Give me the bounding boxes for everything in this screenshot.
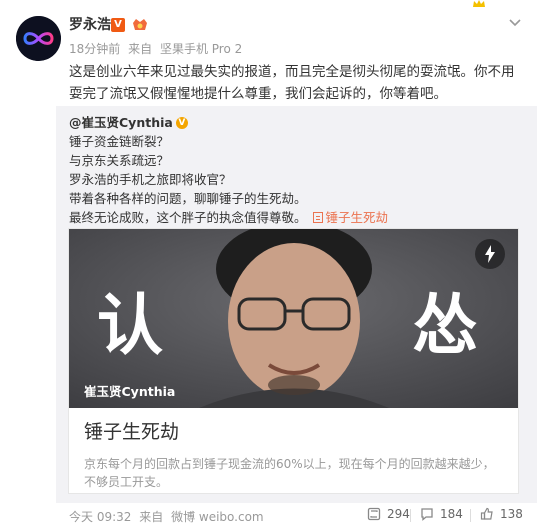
repost-line: 带着各种各样的问题，聊聊锤子的生死劫。	[69, 191, 307, 206]
footer-source[interactable]: 微博 weibo.com	[171, 510, 264, 524]
article-link[interactable]: 锤子生死劫	[312, 210, 389, 225]
comment-count: 184	[440, 507, 463, 521]
divider	[410, 509, 411, 522]
repost-text: @崔玉贤Cynthia V 锤子资金链断裂？ 与京东关系疏远？ 罗永浩的手机之旅…	[69, 113, 525, 227]
repost-footer: 今天 09:32 来自 微博 weibo.com 294 184 138	[0, 503, 537, 528]
repost-line-last: 最终无论成败，这个胖子的执念值得尊敬。 锤子生死劫	[69, 208, 525, 227]
article-card[interactable]: 认 怂 崔玉贤Cynthia 锤子生死劫 京东每个月的回款占到锤子现金流的60%…	[68, 228, 519, 494]
repost-line: 与京东关系疏远？	[69, 153, 170, 168]
repost-line: 锤子资金链断裂？	[69, 134, 170, 149]
divider	[470, 509, 471, 522]
chevron-down-icon[interactable]	[508, 16, 522, 30]
author-name[interactable]: 罗永浩	[69, 16, 111, 34]
yellow-v-icon: V	[175, 116, 188, 129]
vip-icon	[131, 16, 149, 34]
repost-count: 294	[387, 507, 410, 521]
like-count: 138	[500, 507, 523, 521]
article-cover-image: 认 怂 崔玉贤Cynthia	[69, 229, 518, 408]
avatar[interactable]	[16, 16, 61, 61]
article-icon	[312, 212, 323, 223]
article-link-label: 锤子生死劫	[325, 210, 389, 225]
footer-source-prefix: 来自	[139, 510, 164, 524]
verified-v-icon: V	[111, 18, 125, 32]
comment-button[interactable]: 184	[420, 507, 463, 521]
repost-button[interactable]: 294	[367, 507, 410, 521]
article-title[interactable]: 锤子生死劫	[84, 419, 179, 445]
cover-credit: 崔玉贤Cynthia	[84, 384, 176, 399]
repost-line: 罗永浩的手机之旅即将收官？	[69, 172, 232, 187]
post-source[interactable]: 坚果手机 Pro 2	[160, 42, 242, 56]
post-time[interactable]: 18分钟前	[69, 42, 120, 56]
repost-icon	[367, 507, 381, 521]
comment-icon	[421, 508, 433, 521]
post-meta: 18分钟前 来自 坚果手机 Pro 2	[69, 41, 246, 57]
like-button[interactable]: 138	[480, 507, 523, 521]
repost-line: 最终无论成败，这个胖子的执念值得尊敬。	[69, 210, 307, 225]
weibo-post: 罗永浩 V 18分钟前 来自 坚果手机 Pro 2 这是创业六年来见过最失实的报…	[0, 0, 537, 528]
repost-author[interactable]: @崔玉贤Cynthia	[69, 113, 173, 132]
post-source-prefix: 来自	[128, 42, 153, 56]
crown-icon	[472, 0, 486, 8]
footer-time[interactable]: 今天 09:32	[69, 510, 131, 524]
bolt-icon[interactable]	[475, 239, 505, 269]
like-icon	[480, 507, 493, 520]
cover-char-right: 怂	[412, 287, 478, 364]
cover-char-left: 认	[97, 287, 163, 364]
post-body: 这是创业六年来见过最失实的报道，而且完全是彻头彻尾的耍流氓。你不用耍完了流氓又假…	[69, 64, 515, 102]
article-description: 京东每个月的回款占到锤子现金流的60%以上，现在每个月的回款越来越少，不够员工开…	[84, 457, 495, 489]
top-strip	[0, 0, 537, 12]
footer-meta: 今天 09:32 来自 微博 weibo.com	[69, 508, 268, 525]
